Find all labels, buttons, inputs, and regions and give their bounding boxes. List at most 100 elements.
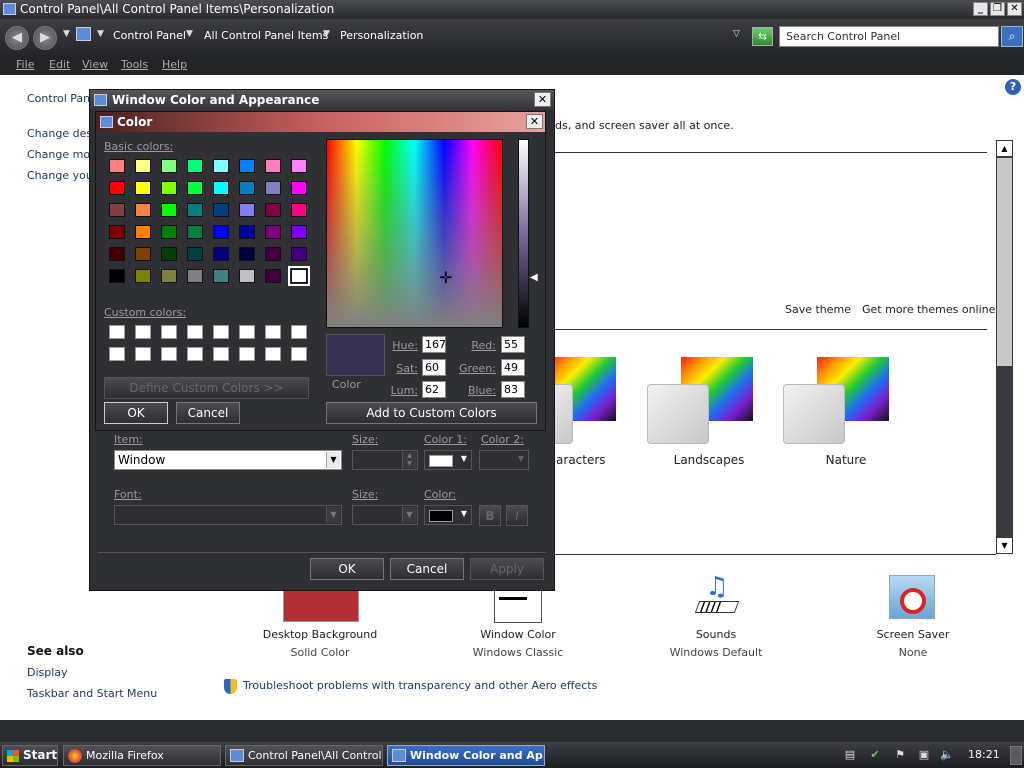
basic-color-swatch[interactable] xyxy=(291,225,307,239)
menu-tools[interactable]: Tools xyxy=(121,58,148,71)
basic-color-swatch[interactable] xyxy=(135,181,151,195)
get-more-themes-link[interactable]: Get more themes online xyxy=(862,303,995,316)
left-link[interactable]: Change mou xyxy=(27,148,97,161)
basic-color-swatch[interactable] xyxy=(187,269,203,283)
basic-color-swatch[interactable] xyxy=(161,269,177,283)
color-dialog-close-button[interactable]: ✕ xyxy=(526,114,543,129)
basic-color-swatch[interactable] xyxy=(291,159,307,173)
task-window-color[interactable]: Window Color and Ap... xyxy=(387,745,545,766)
custom-color-swatch[interactable] xyxy=(187,347,203,361)
define-custom-colors-button[interactable]: Define Custom Colors >> xyxy=(104,377,309,399)
chevron-down-icon[interactable]: ▼ xyxy=(326,452,340,468)
basic-color-swatch[interactable] xyxy=(265,181,281,195)
custom-color-swatch[interactable] xyxy=(135,347,151,361)
custom-color-swatch[interactable] xyxy=(161,347,177,361)
custom-color-swatch[interactable] xyxy=(239,347,255,361)
basic-color-swatch[interactable] xyxy=(265,159,281,173)
custom-color-swatch[interactable] xyxy=(109,325,125,339)
address-history-dropdown[interactable]: ▽ xyxy=(733,29,740,39)
breadcrumb-control-panel[interactable]: Control Panel xyxy=(113,29,186,42)
theme-list-scrollbar[interactable]: ▲ ▼ xyxy=(996,140,1013,554)
basic-color-swatch[interactable] xyxy=(239,181,255,195)
taskbar-start-menu-link[interactable]: Taskbar and Start Menu xyxy=(27,687,157,700)
custom-color-swatch[interactable] xyxy=(109,347,125,361)
refresh-icon[interactable]: ⇆ xyxy=(752,27,773,46)
basic-color-swatch[interactable] xyxy=(213,181,229,195)
basic-color-swatch[interactable] xyxy=(213,203,229,217)
item-dropdown[interactable]: Window ▼ xyxy=(114,450,342,470)
custom-color-swatch[interactable] xyxy=(265,325,281,339)
color2-picker[interactable]: ▼ xyxy=(479,450,529,470)
maximize-button[interactable]: ❐ xyxy=(990,2,1005,16)
show-desktop-button[interactable] xyxy=(1010,746,1022,765)
lum-input[interactable]: 62 xyxy=(422,381,446,398)
breadcrumb-dropdown[interactable]: ▼ xyxy=(323,29,330,39)
breadcrumb-all-items[interactable]: All Control Panel Items xyxy=(204,29,328,42)
basic-color-swatch[interactable] xyxy=(239,203,255,217)
scroll-down-arrow[interactable]: ▼ xyxy=(997,538,1012,553)
task-firefox[interactable]: Mozilla Firefox xyxy=(63,745,221,766)
basic-color-swatch[interactable] xyxy=(161,225,177,239)
custom-color-swatch[interactable] xyxy=(239,325,255,339)
custom-color-swatch[interactable] xyxy=(291,347,307,361)
magnifier-icon[interactable]: ⌕ xyxy=(1001,26,1023,47)
blue-input[interactable]: 83 xyxy=(501,381,525,398)
basic-color-swatch[interactable] xyxy=(135,269,151,283)
scroll-thumb[interactable] xyxy=(997,158,1012,366)
sat-input[interactable]: 60 xyxy=(422,359,446,376)
breadcrumb-personalization[interactable]: Personalization xyxy=(340,29,423,42)
ok-button[interactable]: OK xyxy=(310,558,384,580)
forward-button[interactable]: ▶ xyxy=(33,26,57,50)
basic-color-swatch[interactable] xyxy=(288,266,310,286)
troubleshoot-link[interactable]: Troubleshoot problems with transparency … xyxy=(243,679,597,692)
italic-button[interactable]: I xyxy=(506,505,528,526)
security-tray-icon[interactable]: ✔ xyxy=(868,748,882,762)
basic-color-swatch[interactable] xyxy=(109,269,125,283)
apply-button[interactable]: Apply xyxy=(470,558,544,580)
basic-color-swatch[interactable] xyxy=(109,203,125,217)
basic-color-swatch[interactable] xyxy=(109,225,125,239)
breadcrumb-root-dropdown[interactable]: ▼ xyxy=(97,29,104,39)
basic-color-swatch[interactable] xyxy=(239,269,255,283)
basic-color-swatch[interactable] xyxy=(213,247,229,261)
clock[interactable]: 18:21 xyxy=(968,748,1000,761)
menu-edit[interactable]: Edit xyxy=(49,58,70,71)
dialog-close-button[interactable]: ✕ xyxy=(534,92,551,107)
basic-color-swatch[interactable] xyxy=(291,203,307,217)
green-input[interactable]: 49 xyxy=(501,359,525,376)
luminosity-slider[interactable] xyxy=(518,139,529,328)
hue-input[interactable]: 167 xyxy=(422,336,446,353)
network-tray-icon[interactable]: ▣ xyxy=(917,748,931,762)
save-theme-link[interactable]: Save theme xyxy=(785,303,851,316)
luminosity-pointer-icon[interactable]: ◀ xyxy=(530,272,538,283)
add-to-custom-colors-button[interactable]: Add to Custom Colors xyxy=(326,402,537,424)
bold-button[interactable]: B xyxy=(479,505,501,526)
custom-color-swatch[interactable] xyxy=(187,325,203,339)
back-button[interactable]: ◀ xyxy=(5,26,29,50)
basic-color-swatch[interactable] xyxy=(187,203,203,217)
font-dropdown[interactable]: ▼ xyxy=(114,505,342,525)
menu-file[interactable]: File xyxy=(16,58,34,71)
left-link[interactable]: Change desk xyxy=(27,127,98,140)
basic-color-swatch[interactable] xyxy=(213,269,229,283)
basic-color-swatch[interactable] xyxy=(161,247,177,261)
breadcrumb-dropdown[interactable]: ▼ xyxy=(186,29,193,39)
font-color-picker[interactable]: ▼ xyxy=(424,505,472,525)
basic-color-swatch[interactable] xyxy=(109,247,125,261)
basic-color-swatch[interactable] xyxy=(187,225,203,239)
basic-color-swatch[interactable] xyxy=(161,203,177,217)
search-input[interactable]: Search Control Panel xyxy=(779,26,999,47)
basic-color-swatch[interactable] xyxy=(135,247,151,261)
color-cancel-button[interactable]: Cancel xyxy=(176,402,240,424)
basic-color-swatch[interactable] xyxy=(265,247,281,261)
basic-color-swatch[interactable] xyxy=(161,181,177,195)
scroll-up-arrow[interactable]: ▲ xyxy=(997,141,1012,156)
basic-color-swatch[interactable] xyxy=(187,181,203,195)
recent-pages-dropdown[interactable]: ▼ xyxy=(63,29,70,39)
basic-color-swatch[interactable] xyxy=(135,203,151,217)
custom-color-swatch[interactable] xyxy=(161,325,177,339)
flag-tray-icon[interactable]: ⚑ xyxy=(893,748,907,762)
basic-color-swatch[interactable] xyxy=(135,225,151,239)
basic-color-swatch[interactable] xyxy=(213,225,229,239)
basic-color-swatch[interactable] xyxy=(109,181,125,195)
